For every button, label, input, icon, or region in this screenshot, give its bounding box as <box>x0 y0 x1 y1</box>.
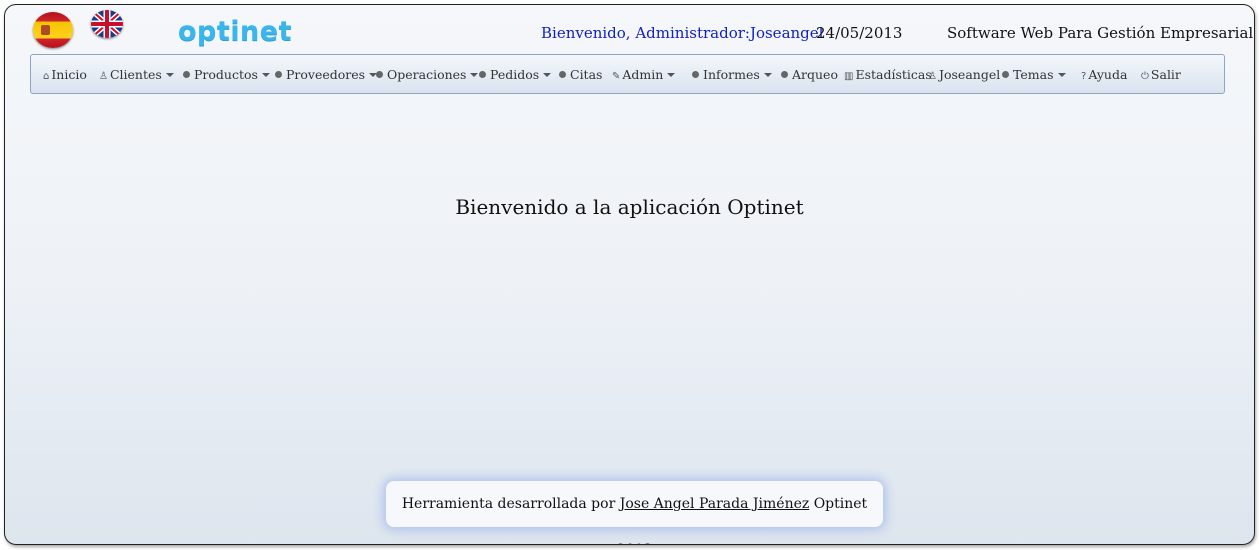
chevron-down-icon <box>543 73 552 77</box>
menu-item-proveedores[interactable]: Proveedores <box>275 67 378 82</box>
chevron-down-icon <box>1057 73 1066 77</box>
bullet-icon <box>479 71 486 78</box>
user-icon: ♙ <box>928 71 937 82</box>
chart-icon: ▥ <box>844 71 854 82</box>
menu-item-ayuda[interactable]: ? Ayuda <box>1081 67 1127 82</box>
bullet-icon <box>692 71 699 78</box>
menu-item-estadisticas[interactable]: ▥ Estadísticas <box>844 67 932 82</box>
author-link[interactable]: Jose Angel Parada Jiménez <box>620 496 810 512</box>
menu-item-temas[interactable]: Temas <box>1002 67 1066 82</box>
menu-item-salir[interactable]: ⏻ Salir <box>1141 67 1181 82</box>
power-icon: ⏻ <box>1141 71 1149 82</box>
bullet-icon <box>376 71 383 78</box>
chevron-down-icon <box>165 73 174 77</box>
chevron-down-icon <box>261 73 270 77</box>
chevron-down-icon <box>470 73 479 77</box>
menu-item-informes[interactable]: Informes <box>692 67 772 82</box>
spanish-flag-icon[interactable] <box>33 12 73 48</box>
current-date: 24/05/2013 <box>816 24 903 42</box>
app-window: optinet Bienvenido, Administrador:Josean… <box>4 4 1255 545</box>
user-icon: ♙ <box>99 71 108 82</box>
optinet-logo[interactable]: optinet <box>178 16 292 47</box>
chevron-down-icon <box>763 73 772 77</box>
footer-prefix: Herramienta desarrollada por <box>401 496 620 512</box>
bullet-icon <box>1002 71 1009 78</box>
menu-item-operaciones[interactable]: Operaciones <box>376 67 479 82</box>
wrench-icon: ✎ <box>612 71 621 82</box>
menu-item-inicio[interactable]: ⌂ Inicio <box>43 67 87 82</box>
footer-credits: Herramienta desarrollada por Jose Angel … <box>386 481 883 544</box>
menu-item-productos[interactable]: Productos <box>183 67 270 82</box>
bullet-icon <box>275 71 282 78</box>
tagline: Software Web Para Gestión Empresarial. <box>947 24 1255 42</box>
home-icon: ⌂ <box>43 71 50 82</box>
welcome-user-text: Bienvenido, Administrador:Joseangel <box>541 24 824 42</box>
question-icon: ? <box>1081 71 1087 82</box>
bullet-icon <box>559 71 566 78</box>
bullet-icon <box>183 71 190 78</box>
welcome-heading: Bienvenido a la aplicación Optinet <box>455 195 804 219</box>
chevron-down-icon <box>667 73 676 77</box>
bullet-icon <box>781 71 788 78</box>
menu-item-admin[interactable]: ✎ Admin <box>612 67 676 82</box>
menu-item-citas[interactable]: Citas <box>559 67 602 82</box>
menu-item-arqueo[interactable]: Arqueo <box>781 67 838 82</box>
menu-item-clientes[interactable]: ♙ Clientes <box>99 67 174 82</box>
main-menu-bar: ⌂ Inicio ♙ Clientes Productos Proveedores … <box>30 54 1225 94</box>
menu-item-joseangel[interactable]: ♙ Joseangel <box>928 67 1000 82</box>
menu-item-pedidos[interactable]: Pedidos <box>479 67 552 82</box>
uk-flag-icon[interactable] <box>91 10 123 38</box>
